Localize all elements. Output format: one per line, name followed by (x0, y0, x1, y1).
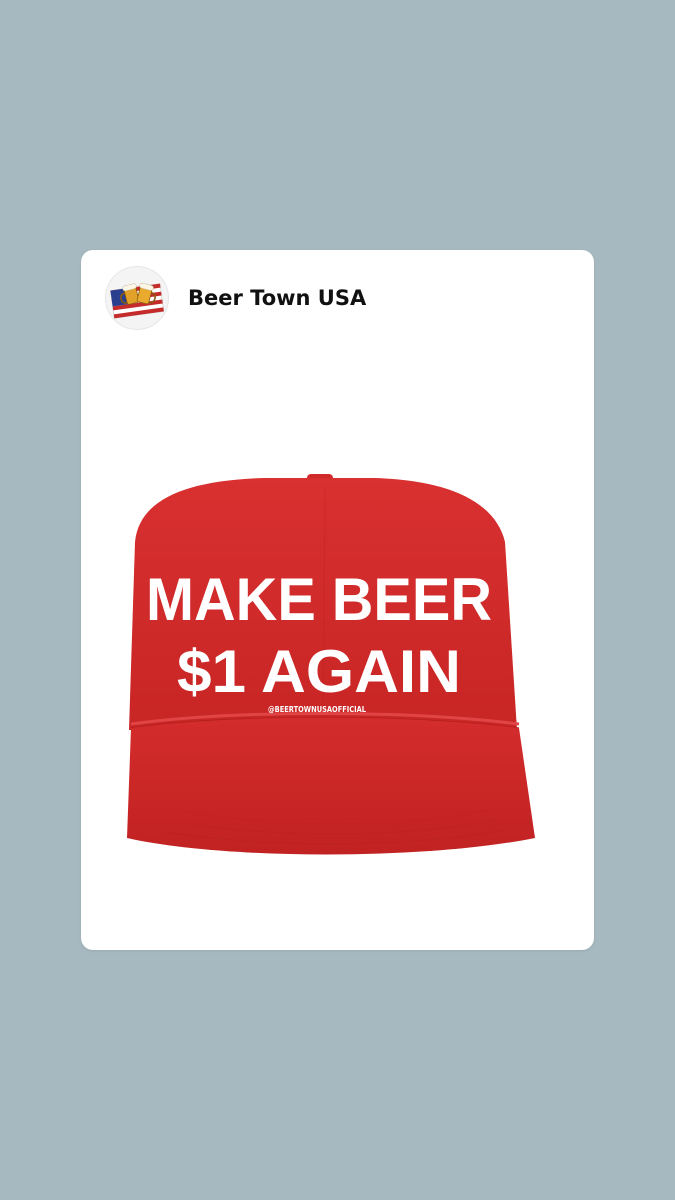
post-card: Beer Town USA MAKE BEER $1 AGAIN @BEERTO… (81, 250, 594, 950)
red-cap-icon: MAKE BEER $1 AGAIN @BEERTOWNUSAOFFICIAL (127, 474, 535, 855)
flag-with-beer-mugs-icon (110, 282, 165, 319)
cap-handle: @BEERTOWNUSAOFFICIAL (268, 705, 366, 714)
cap-text-line1: MAKE BEER (146, 566, 492, 633)
account-name[interactable]: Beer Town USA (188, 284, 366, 312)
post-header: Beer Town USA (81, 250, 594, 346)
avatar[interactable] (105, 266, 169, 330)
cap-text-line2: $1 AGAIN (177, 638, 461, 705)
post-image[interactable]: MAKE BEER $1 AGAIN @BEERTOWNUSAOFFICIAL (105, 430, 545, 870)
